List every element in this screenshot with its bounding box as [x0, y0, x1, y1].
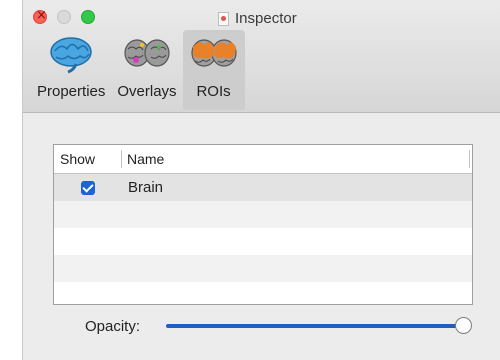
brain-blue-icon: [50, 37, 92, 74]
window-title-text: Inspector: [235, 10, 297, 27]
tab-rois-label: ROIs: [196, 83, 231, 100]
brain-roi-icon: [190, 39, 237, 67]
empty-row: [54, 282, 472, 304]
slider-knob[interactable]: [455, 317, 472, 334]
empty-row: [54, 201, 472, 228]
window-title: Inspector: [218, 10, 297, 27]
rois-panel: Show Name Brain Opacity:: [23, 113, 500, 360]
empty-row: [54, 228, 472, 255]
tab-properties-label: Properties: [37, 83, 106, 100]
roi-table: Show Name Brain: [53, 144, 473, 305]
tab-rois[interactable]: ROIs: [182, 30, 245, 110]
opacity-slider[interactable]: [166, 317, 472, 334]
titlebar: Inspector Properties: [23, 0, 500, 113]
show-cell: [54, 180, 122, 195]
empty-row: [54, 255, 472, 282]
table-header: Show Name: [54, 145, 472, 174]
inspector-window: Inspector Properties: [22, 0, 500, 360]
close-button[interactable]: [33, 8, 47, 24]
roi-name: Brain: [128, 179, 164, 196]
table-row[interactable]: Brain: [54, 174, 472, 201]
brain-overlay-icon: [124, 39, 170, 67]
slider-track[interactable]: [166, 324, 464, 328]
tab-overlays[interactable]: Overlays: [111, 30, 182, 110]
toolbar-tabs: Properties Overlays ROIs: [31, 30, 245, 110]
tab-properties[interactable]: Properties: [31, 30, 111, 110]
minimize-button[interactable]: [57, 10, 71, 24]
maximize-button[interactable]: [81, 10, 95, 24]
opacity-label: Opacity:: [85, 318, 141, 335]
column-header-name[interactable]: Name: [122, 150, 470, 168]
tab-overlays-label: Overlays: [117, 83, 177, 100]
document-icon: [218, 11, 229, 26]
show-checkbox[interactable]: [81, 180, 95, 195]
column-header-show[interactable]: Show: [54, 150, 122, 168]
